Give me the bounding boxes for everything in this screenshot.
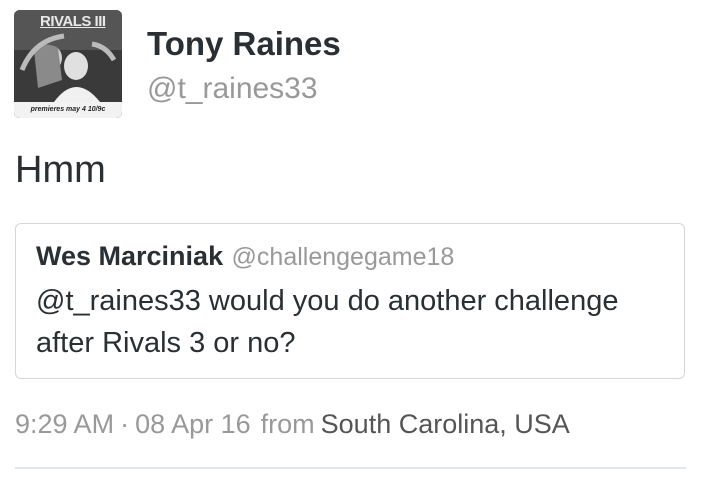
quoted-tweet-text: @t_raines33 would you do another challen… (36, 285, 619, 359)
avatar-logo-text: RIVALS III (40, 13, 106, 30)
quoted-tweet-header: Wes Marciniak @challengegame18 (36, 241, 454, 272)
quoted-author-username: @challengegame18 (231, 243, 455, 271)
quoted-author-display-name: Wes Marciniak (36, 241, 224, 271)
avatar[interactable]: RIVALS III premieres may 4 10/9c (14, 10, 122, 118)
tweet-text: Hmm (15, 149, 106, 191)
from-label: from (260, 409, 315, 439)
tweet-metadata: 9:29 AM · 08 Apr 16 from South Carolina, USA (15, 409, 570, 440)
tweet-date[interactable]: 08 Apr 16 (135, 409, 251, 439)
divider (15, 467, 686, 469)
author-display-name[interactable]: Tony Raines (147, 25, 341, 63)
meta-separator: · (120, 409, 130, 439)
author-username[interactable]: @t_raines33 (147, 72, 318, 106)
tweet-location[interactable]: South Carolina, USA (321, 409, 570, 439)
quoted-tweet-card[interactable]: Wes Marciniak @challengegame18 @t_raines… (15, 223, 685, 379)
tweet-time[interactable]: 9:29 AM (15, 409, 114, 439)
avatar-caption: premieres may 4 10/9c (14, 102, 122, 118)
